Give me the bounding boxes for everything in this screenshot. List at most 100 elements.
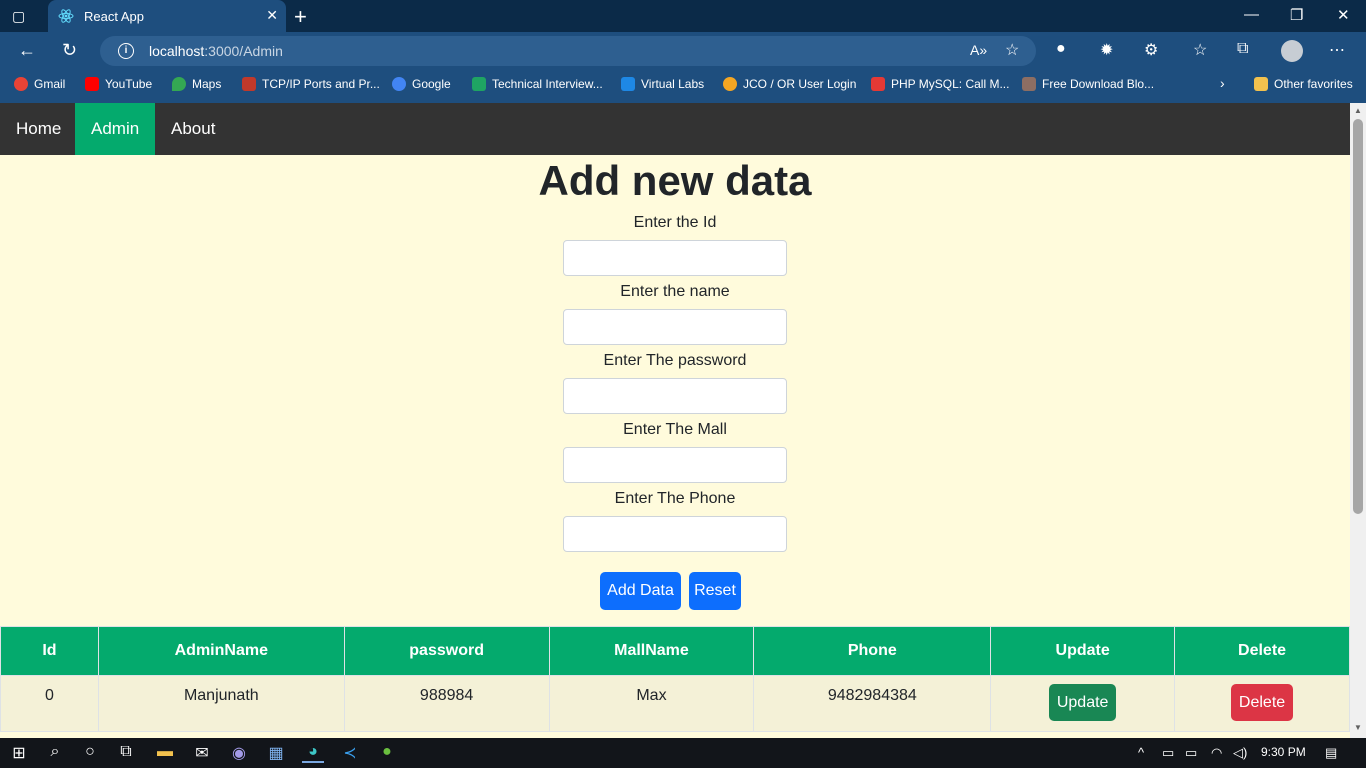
back-icon[interactable]: ← xyxy=(18,40,36,61)
nav-admin-link[interactable]: Admin xyxy=(75,103,155,155)
meet-now-icon[interactable]: ▭ xyxy=(1162,745,1174,761)
admin-table: Id AdminName password MallName Phone Upd… xyxy=(0,626,1350,732)
header-admin-name: AdminName xyxy=(97,626,345,676)
favorite-label: Free Download Blo... xyxy=(1042,77,1155,91)
spring-tool-icon[interactable]: ● xyxy=(376,743,398,761)
id-label: Enter the Id xyxy=(633,214,717,231)
cell-phone: 9482984384 xyxy=(753,675,992,732)
nav-about-link[interactable]: About xyxy=(155,103,231,155)
favorite-label: Technical Interview... xyxy=(492,77,603,91)
site-info-icon[interactable]: i xyxy=(118,43,134,59)
page-title: Add new data xyxy=(538,157,812,204)
header-phone: Phone xyxy=(753,626,992,676)
tab-actions-icon[interactable]: ▢ xyxy=(12,8,36,26)
scroll-down-icon[interactable]: ▼ xyxy=(1354,723,1362,732)
id-input[interactable] xyxy=(563,240,787,276)
favorite-label: PHP MySQL: Call M... xyxy=(891,77,1010,91)
read-aloud-icon[interactable]: A» xyxy=(970,42,987,58)
extension-globe-icon[interactable]: ● xyxy=(1056,40,1066,58)
url-text[interactable]: localhost:3000/Admin xyxy=(149,43,283,59)
cell-delete: Delete xyxy=(1174,675,1350,732)
favorite-gmail[interactable]: Gmail xyxy=(14,77,65,91)
header-delete: Delete xyxy=(1174,626,1350,676)
notifications-icon[interactable]: ▤ xyxy=(1325,745,1337,761)
other-favorites[interactable]: Other favorites xyxy=(1254,77,1353,91)
collections-icon[interactable]: ⧉ xyxy=(1237,40,1248,58)
keyboard-icon[interactable]: ▦ xyxy=(265,743,287,763)
app-navbar: Home Admin About xyxy=(0,103,1350,155)
favorite-virtual-labs[interactable]: Virtual Labs xyxy=(621,77,704,91)
youtube-icon xyxy=(85,77,99,91)
react-icon xyxy=(58,9,74,23)
favorite-tcpip[interactable]: TCP/IP Ports and Pr... xyxy=(242,77,380,91)
task-view-icon[interactable]: ⧉ xyxy=(115,743,137,761)
browser-tab[interactable]: React App ✕ xyxy=(48,0,286,32)
name-input[interactable] xyxy=(563,309,787,345)
favorite-google[interactable]: Google xyxy=(392,77,451,91)
url-path: :3000/Admin xyxy=(204,43,283,59)
favorites-icon[interactable]: ☆ xyxy=(1193,40,1207,60)
browser-titlebar: ▢ React App ✕ + — ❐ ✕ xyxy=(0,0,1366,32)
volume-icon[interactable]: ◁) xyxy=(1233,745,1247,761)
wifi-icon[interactable]: ◠ xyxy=(1211,745,1222,761)
edge-browser-icon[interactable]: ◕ xyxy=(302,743,324,763)
cell-id: 0 xyxy=(0,675,99,732)
show-hidden-icons-icon[interactable]: ^ xyxy=(1138,745,1144,760)
windows-start-icon[interactable]: ⊞ xyxy=(8,743,30,763)
favorite-label: YouTube xyxy=(105,77,153,91)
more-menu-icon[interactable]: ⋯ xyxy=(1329,40,1345,60)
cell-update: Update xyxy=(990,675,1176,732)
close-window-icon[interactable]: ✕ xyxy=(1337,6,1350,24)
scrollbar-thumb[interactable] xyxy=(1353,119,1363,514)
cell-admin-name: Manjunath xyxy=(97,675,345,732)
extensions-icon[interactable]: ⚙ xyxy=(1144,40,1158,60)
favorite-jco[interactable]: JCO / OR User Login xyxy=(723,77,856,91)
favorite-label: JCO / OR User Login xyxy=(743,77,857,91)
scroll-up-icon[interactable]: ▲ xyxy=(1354,106,1362,115)
cell-mall-name: Max xyxy=(548,675,755,732)
password-label: Enter The password xyxy=(603,352,747,369)
update-button[interactable]: Update xyxy=(1048,684,1117,721)
more-favorites-chevron-icon[interactable]: › xyxy=(1220,75,1225,91)
mall-input[interactable] xyxy=(563,447,787,483)
free-download-icon xyxy=(1022,77,1036,91)
profile-avatar[interactable] xyxy=(1281,40,1303,62)
table-header-row: Id AdminName password MallName Phone Upd… xyxy=(0,626,1350,676)
url-host: localhost xyxy=(149,43,205,59)
address-bar[interactable]: i localhost:3000/Admin A» ☆ xyxy=(100,36,1036,66)
app-icon[interactable]: ◉ xyxy=(228,743,250,763)
restore-icon[interactable]: ❐ xyxy=(1290,6,1303,24)
nav-home-link[interactable]: Home xyxy=(0,103,77,155)
mail-icon[interactable]: ✉ xyxy=(191,743,213,763)
vscode-icon[interactable]: ≺ xyxy=(339,743,361,763)
favorite-free-download[interactable]: Free Download Blo... xyxy=(1022,77,1154,91)
file-explorer-icon[interactable]: ▬ xyxy=(154,743,176,761)
refresh-icon[interactable]: ↻ xyxy=(62,40,77,61)
favorite-php-mysql[interactable]: PHP MySQL: Call M... xyxy=(871,77,1009,91)
favorites-bar: Gmail YouTube Maps TCP/IP Ports and Pr..… xyxy=(0,70,1366,103)
new-tab-icon[interactable]: + xyxy=(294,4,307,30)
minimize-icon[interactable]: — xyxy=(1244,6,1259,23)
cortana-icon[interactable]: ○ xyxy=(79,743,101,761)
phone-input[interactable] xyxy=(563,516,787,552)
extension-bug-icon[interactable]: ✹ xyxy=(1100,40,1113,60)
favorite-technical-interview[interactable]: Technical Interview... xyxy=(472,77,603,91)
password-input[interactable] xyxy=(563,378,787,414)
add-favorite-icon[interactable]: ☆ xyxy=(1005,40,1019,60)
tab-title: React App xyxy=(84,9,144,24)
clock[interactable]: 9:30 PM xyxy=(1261,745,1306,759)
add-data-button[interactable]: Add Data xyxy=(600,572,681,610)
favorite-youtube[interactable]: YouTube xyxy=(85,77,152,91)
search-icon[interactable]: ⌕ xyxy=(44,743,66,761)
delete-button[interactable]: Delete xyxy=(1230,684,1294,721)
page-scrollbar[interactable]: ▲ ▼ xyxy=(1350,103,1366,738)
phone-label: Enter The Phone xyxy=(614,490,736,507)
php-mysql-icon xyxy=(871,77,885,91)
favorite-label: Maps xyxy=(192,77,222,91)
gmail-icon xyxy=(14,77,28,91)
reset-button[interactable]: Reset xyxy=(689,572,741,610)
favorite-maps[interactable]: Maps xyxy=(172,77,221,91)
header-password: password xyxy=(343,626,550,676)
close-tab-icon[interactable]: ✕ xyxy=(266,7,278,24)
battery-icon[interactable]: ▭ xyxy=(1185,745,1197,761)
